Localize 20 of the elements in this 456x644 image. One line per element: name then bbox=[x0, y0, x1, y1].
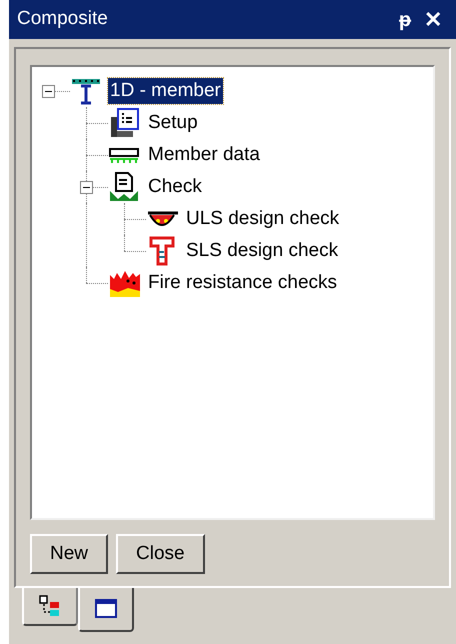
tree-item[interactable]: 1D - member bbox=[108, 78, 223, 104]
collapse-toggle[interactable] bbox=[80, 181, 93, 194]
tree-view-icon bbox=[38, 594, 62, 618]
report-icon bbox=[108, 171, 140, 203]
panel-tab[interactable] bbox=[78, 588, 134, 632]
tree-item[interactable]: Member data bbox=[146, 142, 262, 168]
pin-button[interactable]: ᵽ bbox=[392, 10, 418, 30]
collapse-toggle[interactable] bbox=[42, 85, 55, 98]
tree-item[interactable]: ULS design check bbox=[184, 206, 342, 232]
close-button[interactable]: ✕ bbox=[418, 8, 448, 30]
window-title: Composite bbox=[17, 7, 109, 32]
tree-item[interactable]: Check bbox=[146, 174, 204, 200]
panel-tab[interactable] bbox=[22, 588, 78, 626]
tree-item[interactable]: Setup bbox=[146, 110, 200, 136]
dialog-button[interactable]: New bbox=[30, 534, 108, 574]
tree-item[interactable]: SLS design check bbox=[184, 238, 340, 264]
form-icon bbox=[108, 107, 140, 139]
dialog-button[interactable]: Close bbox=[116, 534, 205, 574]
tree-item[interactable]: Fire resistance checks bbox=[146, 270, 340, 296]
window-icon bbox=[94, 597, 118, 621]
